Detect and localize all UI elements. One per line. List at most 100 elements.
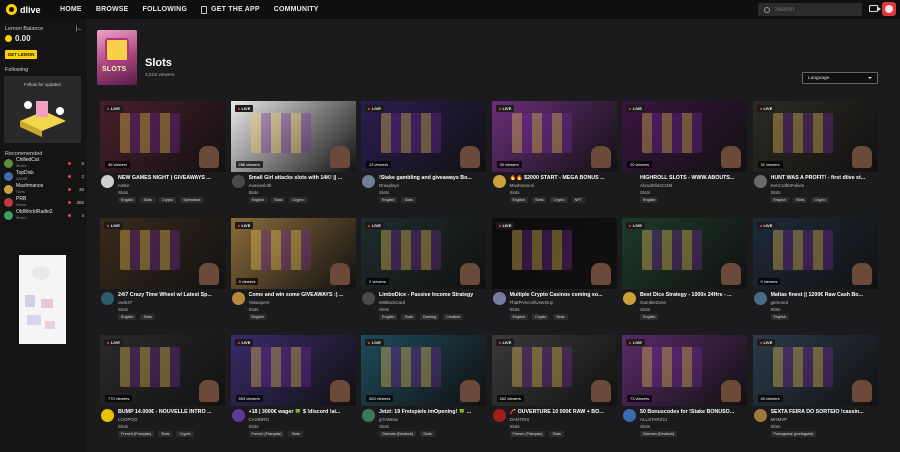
stream-thumbnail[interactable]: LIVE <box>100 218 225 289</box>
stream-category[interactable]: Slots <box>379 424 389 429</box>
streamer-name[interactable]: ru0ke <box>118 183 129 188</box>
streamer-name[interactable]: AboutSlotsCOM <box>640 183 672 188</box>
stream-card[interactable]: LIVE 13 viewers !Stake gambling and giveaw… <box>361 101 486 216</box>
stream-tag[interactable]: Gaming <box>419 314 440 320</box>
stream-tag[interactable]: NFT <box>571 197 585 203</box>
stream-tag[interactable]: French (Français) <box>509 431 546 437</box>
stream-card[interactable]: LIVE 553 viewers +18 | 3000€ wager 🍀 $ !di… <box>230 335 356 450</box>
language-select[interactable]: Language <box>802 72 878 84</box>
streamer-name[interactable]: gYoWeas <box>379 417 398 422</box>
streamer-avatar[interactable] <box>231 409 245 422</box>
stream-tag[interactable]: Crypto <box>158 197 177 203</box>
stream-thumbnail[interactable]: LIVE 38 viewers <box>100 101 225 172</box>
stream-card[interactable]: LIVE 262 viewers 🧨 OUVERTURE 10 000€ RAW +… <box>491 335 617 450</box>
streamer-name[interactable]: ALLSTARZ21 <box>640 417 667 422</box>
stream-title[interactable]: Jetzt: 19 Freispiele imOpening! 🍀 ... <box>379 409 486 415</box>
stream-title[interactable]: BUMP 14.000€ - NOUVELLE INTRO ... <box>118 409 225 415</box>
search-box[interactable] <box>758 3 862 16</box>
stream-category[interactable]: Slots <box>118 424 128 429</box>
stream-tag[interactable]: Slots <box>157 431 173 437</box>
stream-category[interactable]: Slots <box>118 190 128 195</box>
stream-tag[interactable]: English <box>640 314 659 320</box>
stream-tag[interactable]: French (Français) <box>248 431 285 437</box>
stream-tag[interactable]: Slots <box>401 314 416 320</box>
get-lemon-button[interactable]: GET LEMON <box>5 50 37 59</box>
stream-tag[interactable]: English <box>248 314 267 320</box>
stream-tag[interactable]: Slots <box>792 197 808 203</box>
streamer-avatar[interactable] <box>492 409 506 422</box>
stream-category[interactable]: Slots <box>510 307 520 312</box>
stream-thumbnail[interactable]: LIVE 13 viewers <box>361 101 486 172</box>
stream-tag[interactable]: Portuguese (português) <box>770 431 817 437</box>
streamer-avatar[interactable] <box>231 175 245 188</box>
stream-category[interactable]: Slots <box>771 190 781 195</box>
stream-card[interactable]: LIVE 30 viewers 🔥🔥 $2000 START - MEGA BONU… <box>491 101 617 216</box>
stream-category[interactable]: Slots <box>118 307 128 312</box>
stream-card[interactable]: LIVE 38 viewers NEW GAMES NIGHT | GIVEAWAY… <box>100 101 225 216</box>
stream-tag[interactable]: Crypto <box>550 197 568 203</box>
nav-browse[interactable]: BROWSE <box>96 6 129 14</box>
stream-title[interactable]: SEXTA FEIRA DO SORTEIO !cassin... <box>771 409 878 415</box>
streamer-avatar[interactable] <box>101 409 114 422</box>
streamer-name[interactable]: CASINRO <box>249 417 270 422</box>
stream-category[interactable]: Slots <box>510 424 520 429</box>
stream-tag[interactable]: Creative <box>443 314 464 320</box>
stream-category[interactable]: Slots <box>379 190 389 195</box>
stream-thumbnail[interactable]: LIVE 30 viewers <box>491 101 617 172</box>
stream-title[interactable]: 🔥🔥 $2000 START - MEGA BONUS ... <box>510 175 617 181</box>
stream-thumbnail[interactable]: LIVE 3 viewers <box>230 218 356 289</box>
streamer-avatar[interactable] <box>362 292 375 305</box>
streamer-name[interactable]: Yakaspers <box>249 300 270 305</box>
stream-tag[interactable]: French (Français) <box>118 431 154 437</box>
stream-card[interactable]: LIVE 31 viewers HUNT WAS A PROFIT! - first… <box>752 101 878 216</box>
stream-title[interactable]: 🧨 OUVERTURE 10 000€ RAW + BO... <box>510 409 617 415</box>
stream-tag[interactable]: German (Deutsch) <box>640 431 678 437</box>
stream-tag[interactable]: English <box>118 314 137 320</box>
streamer-avatar[interactable] <box>362 175 375 188</box>
recommended-item[interactable]: TopDisk ASMR 2 <box>4 170 84 182</box>
stream-title[interactable]: LimboDice - Passive Income Strategy <box>379 292 486 298</box>
stream-tag[interactable]: English <box>248 197 267 203</box>
go-live-camera-icon[interactable] <box>869 5 881 12</box>
stream-tag[interactable]: English <box>379 197 398 203</box>
streamer-avatar[interactable] <box>753 175 767 188</box>
stream-card[interactable]: LIVE 3 viewers Come and win some GIVEAWAYS… <box>230 218 356 333</box>
stream-tag[interactable]: English <box>379 314 398 320</box>
search-input[interactable] <box>775 6 855 13</box>
stream-tag[interactable]: Slots <box>270 197 286 203</box>
stream-tag[interactable]: Slots <box>401 197 416 203</box>
stream-category[interactable]: Slots <box>510 190 520 195</box>
stream-tag[interactable]: German (Deutsch) <box>379 431 417 437</box>
streamer-avatar[interactable] <box>492 175 506 188</box>
stream-tag[interactable]: Slots <box>549 431 564 437</box>
collapse-sidebar-icon[interactable]: |← <box>75 26 83 32</box>
stream-thumbnail[interactable]: LIVE 0 viewers <box>752 218 878 289</box>
streamer-name[interactable]: MHMVP <box>771 417 788 422</box>
streamer-avatar[interactable] <box>753 292 767 305</box>
stream-thumbnail[interactable]: LIVE 31 viewers <box>752 101 878 172</box>
stream-tag[interactable]: Crypto <box>289 197 307 203</box>
streamer-name[interactable]: ThatPAScrollUserGuy <box>510 300 554 305</box>
stream-thumbnail[interactable]: LIVE 2 viewers <box>361 218 486 289</box>
stream-category[interactable]: Slots <box>249 190 259 195</box>
stream-card[interactable]: LIVE 286 viewers Small Girl attacks slots … <box>230 101 356 216</box>
streamer-avatar[interactable] <box>623 409 636 422</box>
nav-community[interactable]: COMMUNITY <box>274 6 319 14</box>
stream-card[interactable]: LIVE 2 viewers LimboDice - Passive Income … <box>361 218 486 333</box>
stream-thumbnail[interactable]: LIVE 553 viewers <box>230 335 356 406</box>
user-avatar[interactable] <box>882 2 896 16</box>
stream-thumbnail[interactable]: LIVE 286 viewers <box>230 101 356 172</box>
stream-card[interactable]: LIVE 24/7 Crazy Time Wheel w/ Latest Sp..… <box>100 218 225 333</box>
streamer-avatar[interactable] <box>623 292 636 305</box>
stream-tag[interactable]: English <box>640 197 659 203</box>
stream-thumbnail[interactable]: LIVE 263 viewers <box>361 335 486 406</box>
stream-thumbnail[interactable]: LIVE 262 viewers <box>491 335 617 406</box>
stream-card[interactable]: LIVE 73 viewers 50 Bonuscodes for !Stake B… <box>622 335 747 450</box>
stream-category[interactable]: Slots <box>640 307 650 312</box>
nav-get-the-app[interactable]: GET THE APP <box>201 5 260 14</box>
streamer-name[interactable]: KenCraftsPokies <box>771 183 805 188</box>
advertisement[interactable] <box>19 255 66 344</box>
stream-category[interactable]: Slots <box>771 424 781 429</box>
stream-tag[interactable]: Spendrise <box>180 197 204 203</box>
stream-title[interactable]: 50 Bonuscodes for !Stake BONUSO... <box>640 409 747 415</box>
